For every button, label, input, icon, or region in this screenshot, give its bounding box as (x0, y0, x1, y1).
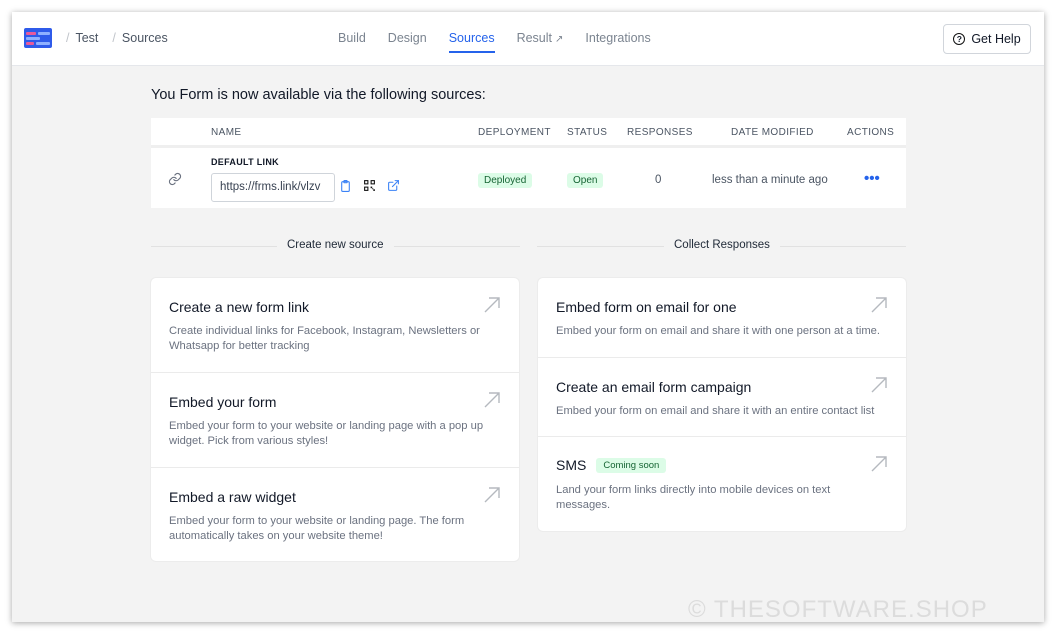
arrow-up-right-icon (871, 456, 887, 472)
sources-table: NAME DEPLOYMENT STATUS RESPONSES DATE MO… (151, 118, 906, 208)
table-row: DEFAULT LINK https://frms.link/vlzv Depl… (151, 150, 906, 208)
get-help-button[interactable]: ? Get Help (943, 24, 1031, 54)
arrow-up-right-icon (484, 487, 500, 503)
collect-section-title: Collect Responses (664, 239, 780, 251)
option-embed-raw-widget[interactable]: Embed a raw widget Embed your form to yo… (151, 468, 519, 561)
page-intro: You Form is now available via the follow… (151, 87, 486, 103)
responses-count: 0 (655, 174, 662, 186)
arrow-up-right-icon (484, 392, 500, 408)
option-description: Embed your form to your website or landi… (169, 515, 465, 542)
open-link-icon[interactable] (387, 179, 400, 192)
column-header-deployment: DEPLOYMENT (478, 127, 551, 138)
qr-code-icon[interactable] (363, 179, 376, 192)
option-title: SMS Coming soon (556, 457, 667, 473)
option-description: Create individual links for Facebook, In… (169, 325, 480, 352)
copy-icon[interactable] (339, 179, 352, 193)
column-header-date-modified: DATE MODIFIED (731, 127, 814, 138)
status-badge: Open (567, 173, 604, 188)
source-name: DEFAULT LINK (211, 157, 279, 167)
breadcrumb-separator: / (66, 31, 70, 45)
sms-title: SMS (556, 457, 587, 473)
deployment-badge: Deployed (478, 173, 533, 188)
option-create-form-link[interactable]: Create a new form link Create individual… (151, 278, 519, 373)
tab-build[interactable]: Build (338, 31, 366, 53)
table-header: NAME DEPLOYMENT STATUS RESPONSES DATE MO… (151, 118, 906, 148)
option-email-for-one[interactable]: Embed form on email for one Embed your f… (538, 278, 906, 358)
arrow-up-right-icon (484, 297, 500, 313)
tab-sources[interactable]: Sources (448, 31, 495, 53)
collect-responses-card: Embed form on email for one Embed your f… (538, 278, 906, 531)
date-modified: less than a minute ago (712, 174, 828, 186)
option-title: Embed form on email for one (556, 299, 737, 315)
top-bar: / Test / Sources Build Design Sources Re… (12, 12, 1044, 66)
option-description: Land your form links directly into mobil… (556, 484, 831, 511)
option-description: Embed your form on email and share it wi… (556, 405, 875, 417)
option-title: Embed a raw widget (169, 489, 296, 505)
row-actions-menu[interactable]: ••• (864, 170, 880, 187)
option-email-campaign[interactable]: Create an email form campaign Embed your… (538, 358, 906, 437)
app-window: / Test / Sources Build Design Sources Re… (12, 12, 1044, 622)
tab-result-label: Result (516, 31, 553, 45)
column-header-status: STATUS (567, 127, 608, 138)
breadcrumb: / Test / Sources (62, 31, 168, 45)
tab-integrations[interactable]: Integrations (585, 31, 650, 53)
option-title: Create an email form campaign (556, 379, 752, 395)
option-title: Create a new form link (169, 299, 310, 315)
arrow-up-right-icon (871, 297, 887, 313)
column-header-responses: RESPONSES (627, 127, 693, 138)
tab-design[interactable]: Design (388, 31, 427, 53)
watermark: © THESOFTWARE.SHOP (688, 596, 988, 622)
column-header-name: NAME (211, 127, 242, 138)
option-description: Embed your form on email and share it wi… (556, 325, 880, 337)
option-title: Embed your form (169, 394, 277, 410)
main-nav: Build Design Sources Result ↗ Integration… (338, 31, 673, 53)
breadcrumb-item-sources[interactable]: Sources (122, 31, 168, 45)
tab-result[interactable]: Result ↗ (517, 31, 564, 53)
create-source-card: Create a new form link Create individual… (151, 278, 519, 561)
app-logo[interactable] (24, 26, 54, 50)
create-section-title: Create new source (277, 239, 394, 251)
arrow-up-right-icon (871, 377, 887, 393)
coming-soon-badge: Coming soon (596, 458, 667, 473)
breadcrumb-separator: / (112, 31, 116, 45)
option-sms[interactable]: SMS Coming soon Land your form links dire… (538, 437, 906, 531)
source-url-field[interactable]: https://frms.link/vlzv (211, 173, 335, 202)
link-icon (168, 172, 182, 186)
option-embed-form[interactable]: Embed your form Embed your form to your … (151, 373, 519, 468)
column-header-actions: ACTIONS (847, 127, 895, 138)
external-link-icon: ↗ (555, 34, 564, 45)
get-help-label: Get Help (971, 32, 1021, 46)
breadcrumb-item-test[interactable]: Test (75, 31, 98, 45)
option-description: Embed your form to your website or landi… (169, 420, 484, 447)
help-icon: ? (953, 33, 966, 45)
